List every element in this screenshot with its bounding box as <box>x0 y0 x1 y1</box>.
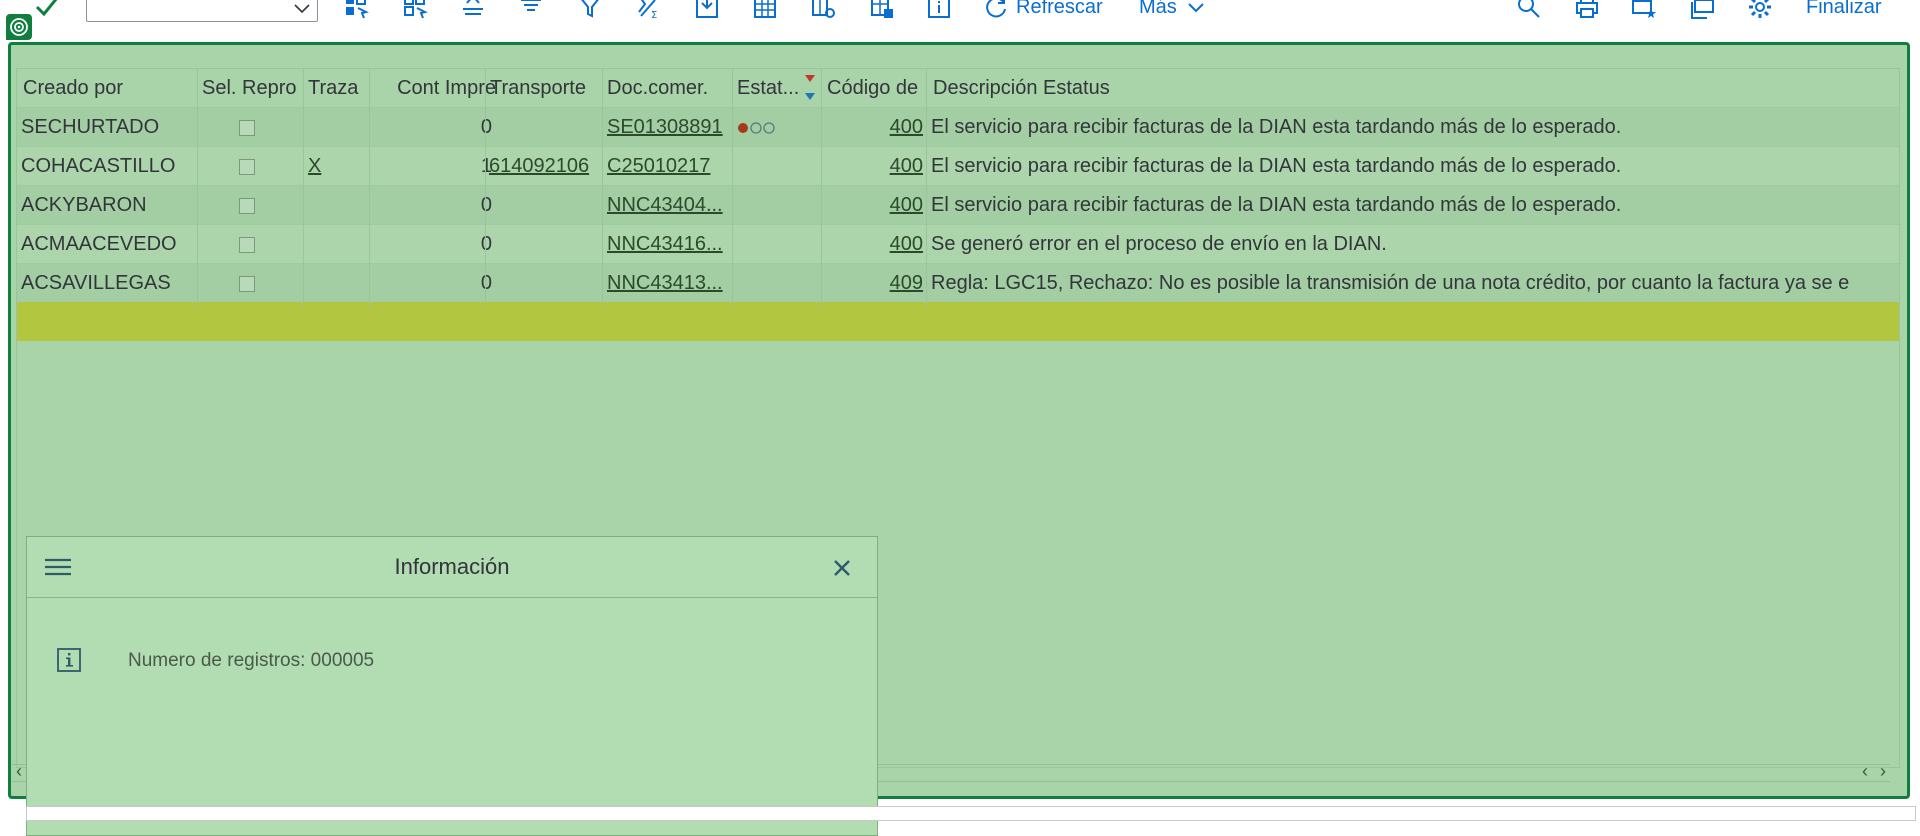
info-icon[interactable] <box>926 0 952 20</box>
trace-cell[interactable]: X <box>308 147 368 186</box>
commercial-doc-cell[interactable]: NNC43416... <box>607 225 731 264</box>
column-settings-icon[interactable] <box>810 0 836 20</box>
column-divider <box>926 69 927 309</box>
command-field[interactable] <box>86 0 318 22</box>
status-description-cell: El servicio para recibir facturas de la … <box>931 155 1622 177</box>
reprocess-checkbox[interactable] <box>239 264 255 303</box>
checkmark-icon[interactable] <box>34 0 60 23</box>
selected-empty-row[interactable] <box>17 302 1899 341</box>
transport-cell[interactable]: 614092106 <box>489 147 603 186</box>
status-code-cell[interactable]: 400 <box>827 225 923 264</box>
status-description-cell: Regla: LGC15, Rechazo: No es posible la … <box>931 272 1850 294</box>
column-header[interactable]: Creado por <box>23 69 198 107</box>
chevron-down-icon[interactable] <box>293 1 311 20</box>
close-icon[interactable] <box>833 559 851 582</box>
table-row[interactable]: ACSAVILLEGAS 0 NNC43413... 409 Regla: LG… <box>17 263 1899 302</box>
status-description-cell: Se generó error en el proceso de envío e… <box>931 233 1387 255</box>
column-divider <box>821 69 822 309</box>
subtotal-icon[interactable]: Σ <box>635 0 661 21</box>
scroll-right-icon[interactable]: › <box>1880 761 1886 782</box>
print-count-cell: 0 <box>480 233 492 255</box>
status-code-cell[interactable]: 409 <box>827 264 923 303</box>
dialog-message: Numero de registros: 000005 <box>128 650 375 671</box>
toolbar: Σ Refrescar Más Finalizar <box>0 0 1920 42</box>
search-icon[interactable] <box>1516 0 1542 20</box>
status-description-cell: El servicio para recibir facturas de la … <box>931 194 1622 216</box>
svg-text:Σ: Σ <box>651 10 657 20</box>
commercial-doc-cell[interactable]: NNC43404... <box>607 186 731 225</box>
column-divider <box>485 69 486 309</box>
status-description-cell: El servicio para recibir facturas de la … <box>931 116 1622 138</box>
table-row[interactable]: ACKYBARON 0 NNC43404... 400 El servicio … <box>17 185 1899 224</box>
layout-icon[interactable] <box>869 0 895 20</box>
sort-descending-icon[interactable] <box>518 0 544 20</box>
select-all-icon[interactable] <box>344 0 370 20</box>
print-icon[interactable] <box>1574 0 1600 20</box>
created-by-cell: ACSAVILLEGAS <box>21 272 171 294</box>
column-header[interactable]: Código de <box>827 69 927 107</box>
created-by-cell: ACKYBARON <box>21 194 147 216</box>
target-icon <box>6 14 32 40</box>
created-by-cell: ACMAACEVEDO <box>21 233 177 255</box>
created-by-cell: SECHURTADO <box>21 116 160 138</box>
filter-icon[interactable] <box>577 0 603 20</box>
column-header[interactable]: Estat... <box>737 69 807 107</box>
print-count-cell: 0 <box>480 116 492 138</box>
column-header[interactable]: Descripción Estatus <box>933 69 1333 107</box>
commercial-doc-cell[interactable]: NNC43413... <box>607 264 731 303</box>
table-row[interactable]: ACMAACEVEDO 0 NNC43416... 400 Se generó … <box>17 224 1899 263</box>
status-code-cell[interactable]: 400 <box>827 186 923 225</box>
column-divider <box>732 69 733 309</box>
deselect-all-icon[interactable] <box>403 0 429 20</box>
column-header[interactable]: Traza <box>308 69 375 107</box>
favorite-window-icon[interactable] <box>1631 0 1657 20</box>
column-divider <box>602 69 603 309</box>
column-header[interactable]: Transporte <box>490 69 602 107</box>
finish-button[interactable]: Finalizar <box>1806 0 1882 20</box>
dialog-title: Información <box>394 554 510 579</box>
dialog-header: Información <box>27 537 877 598</box>
column-divider <box>303 69 304 309</box>
table-row[interactable]: COHACASTILLO X 1 614092106 C25010217 400… <box>17 146 1899 185</box>
gear-icon[interactable] <box>1747 0 1773 20</box>
table-header: Creado por Sel. Repro Traza Cont Impre T… <box>17 69 1899 107</box>
column-header[interactable]: Doc.comer. <box>607 69 719 107</box>
table-row[interactable]: SECHURTADO 0 SE01308891 400 El servicio … <box>17 107 1899 146</box>
reprocess-checkbox[interactable] <box>239 186 255 225</box>
created-by-cell: COHACASTILLO <box>21 155 176 177</box>
refresh-button[interactable]: Refrescar <box>1016 0 1103 20</box>
export-icon[interactable] <box>694 0 720 20</box>
print-count-cell: 0 <box>480 272 492 294</box>
scroll-left-icon[interactable]: ‹ <box>1862 761 1868 782</box>
new-window-icon[interactable] <box>1689 0 1715 20</box>
reprocess-checkbox[interactable] <box>239 147 255 186</box>
status-code-cell[interactable]: 400 <box>827 147 923 186</box>
column-header[interactable]: Cont Impre <box>378 69 496 107</box>
commercial-doc-cell[interactable]: SE01308891 <box>607 108 731 147</box>
more-button[interactable]: Más <box>1139 0 1177 20</box>
status-code-cell[interactable]: 400 <box>827 108 923 147</box>
status-bar <box>26 806 1916 821</box>
commercial-doc-cell[interactable]: C25010217 <box>607 147 731 186</box>
scroll-left-icon[interactable]: ‹ <box>16 761 22 782</box>
refresh-icon[interactable] <box>983 0 1009 20</box>
info-icon <box>57 648 81 677</box>
information-dialog: Información Numero de registros: 000005 <box>26 536 878 836</box>
reprocess-checkbox[interactable] <box>239 108 255 147</box>
print-count-cell: 1 <box>480 155 492 177</box>
print-count-cell: 0 <box>480 194 492 216</box>
column-header[interactable]: Sel. Repro <box>202 69 316 107</box>
chevron-down-icon[interactable] <box>1186 0 1212 24</box>
column-divider <box>369 69 370 309</box>
reprocess-checkbox[interactable] <box>239 225 255 264</box>
sort-ascending-icon[interactable] <box>460 0 486 20</box>
column-divider <box>197 69 198 309</box>
spreadsheet-icon[interactable] <box>752 0 778 20</box>
